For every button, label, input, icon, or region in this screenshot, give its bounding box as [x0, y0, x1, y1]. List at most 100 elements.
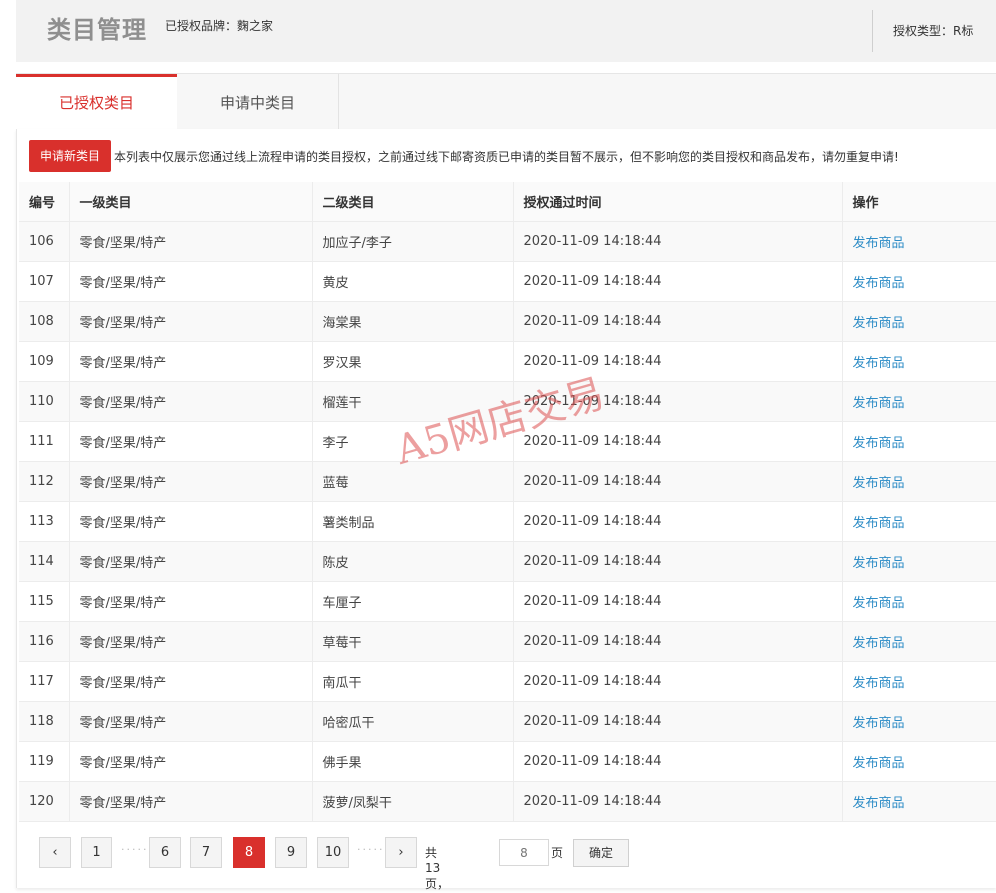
- table-row: 106 零食/坚果/特产 加应子/李子 2020-11-09 14:18:44 发布商品: [19, 221, 996, 262]
- table-row: 118 零食/坚果/特产 哈密瓜干 2020-11-09 14:18:44 发布商品: [19, 701, 996, 742]
- publish-product-link[interactable]: 发布商品: [853, 596, 905, 611]
- table-row: 119 零食/坚果/特产 佛手果 2020-11-09 14:18:44 发布商品: [19, 741, 996, 782]
- cell-level2-category: 南瓜干: [311, 661, 513, 702]
- category-panel: 申请新类目 本列表中仅展示您通过线上流程申请的类目授权，之前通过线下邮寄资质已申…: [16, 129, 996, 891]
- page-header: 类目管理 已授权品牌：麴之家 授权类型：R标: [16, 0, 996, 62]
- cell-authorized-time: 2020-11-09 14:18:44: [512, 661, 842, 702]
- tab-authorized-categories[interactable]: 已授权类目: [16, 74, 177, 131]
- cell-authorized-time: 2020-11-09 14:18:44: [512, 461, 842, 502]
- header-divider: [872, 10, 873, 52]
- action-cell: 发布商品: [841, 741, 996, 782]
- cell-authorized-time: 2020-11-09 14:18:44: [512, 221, 842, 262]
- publish-product-link[interactable]: 发布商品: [853, 716, 905, 731]
- cell-level1-category: 零食/坚果/特产: [68, 541, 312, 582]
- cell-authorized-time: 2020-11-09 14:18:44: [512, 301, 842, 342]
- publish-product-link[interactable]: 发布商品: [853, 476, 905, 491]
- cell-level1-category: 零食/坚果/特产: [68, 341, 312, 382]
- publish-product-link[interactable]: 发布商品: [853, 396, 905, 411]
- table-row: 112 零食/坚果/特产 蓝莓 2020-11-09 14:18:44 发布商品: [19, 461, 996, 502]
- publish-product-link[interactable]: 发布商品: [853, 316, 905, 331]
- cell-authorized-time: 2020-11-09 14:18:44: [512, 541, 842, 582]
- cell-level2-category: 海棠果: [311, 301, 513, 342]
- chevron-left-icon: ‹: [52, 845, 58, 860]
- cell-authorized-time: 2020-11-09 14:18:44: [512, 381, 842, 422]
- page-button-1[interactable]: 1: [81, 837, 112, 868]
- cell-id: 119: [19, 741, 69, 782]
- page-button-7[interactable]: 7: [190, 837, 222, 868]
- publish-product-link[interactable]: 发布商品: [853, 276, 905, 291]
- publish-product-link[interactable]: 发布商品: [853, 676, 905, 691]
- action-cell: 发布商品: [841, 781, 996, 822]
- column-header-id: 编号: [19, 182, 69, 222]
- cell-id: 111: [19, 421, 69, 462]
- publish-product-link[interactable]: 发布商品: [853, 796, 905, 811]
- cell-authorized-time: 2020-11-09 14:18:44: [512, 341, 842, 382]
- page-button-10[interactable]: 10: [317, 837, 349, 868]
- page: 类目管理 已授权品牌：麴之家 授权类型：R标 已授权类目 申请中类目 申请新类目…: [0, 0, 996, 893]
- table-row: 120 零食/坚果/特产 菠萝/凤梨干 2020-11-09 14:18:44 发布商品: [19, 781, 996, 822]
- page-title: 类目管理: [47, 16, 147, 44]
- pagination-ellipsis: ·····: [121, 843, 149, 856]
- page-button-8[interactable]: 8: [233, 837, 265, 868]
- table-body: 106 零食/坚果/特产 加应子/李子 2020-11-09 14:18:44 发布商品…: [19, 221, 996, 822]
- page-suffix: 页: [551, 846, 564, 860]
- cell-level1-category: 零食/坚果/特产: [68, 661, 312, 702]
- publish-product-link[interactable]: 发布商品: [853, 556, 905, 571]
- prev-page-button[interactable]: ‹: [39, 837, 71, 868]
- cell-level2-category: 黄皮: [311, 261, 513, 302]
- table-row: 117 零食/坚果/特产 南瓜干 2020-11-09 14:18:44 发布商品: [19, 661, 996, 702]
- notice-text: 本列表中仅展示您通过线上流程申请的类目授权，之前通过线下邮寄资质已申请的类目暂不…: [114, 149, 899, 164]
- column-header-action: 操作: [841, 182, 996, 222]
- tab-pending-categories[interactable]: 申请中类目: [177, 74, 339, 130]
- cell-id: 107: [19, 261, 69, 302]
- cell-authorized-time: 2020-11-09 14:18:44: [512, 261, 842, 302]
- cell-id: 117: [19, 661, 69, 702]
- action-cell: 发布商品: [841, 341, 996, 382]
- cell-level1-category: 零食/坚果/特产: [68, 301, 312, 342]
- goto-page-input[interactable]: [499, 839, 549, 866]
- publish-product-link[interactable]: 发布商品: [853, 356, 905, 371]
- publish-product-link[interactable]: 发布商品: [853, 636, 905, 651]
- action-cell: 发布商品: [841, 621, 996, 662]
- total-pages-text: 共13页，去第: [425, 846, 450, 891]
- cell-level2-category: 陈皮: [311, 541, 513, 582]
- cell-level1-category: 零食/坚果/特产: [68, 381, 312, 422]
- action-cell: 发布商品: [841, 701, 996, 742]
- cell-level2-category: 薯类制品: [311, 501, 513, 542]
- cell-level2-category: 蓝莓: [311, 461, 513, 502]
- action-cell: 发布商品: [841, 461, 996, 502]
- cell-authorized-time: 2020-11-09 14:18:44: [512, 581, 842, 622]
- cell-level2-category: 车厘子: [311, 581, 513, 622]
- page-button-6[interactable]: 6: [149, 837, 181, 868]
- action-cell: 发布商品: [841, 661, 996, 702]
- cell-id: 115: [19, 581, 69, 622]
- table-row: 109 零食/坚果/特产 罗汉果 2020-11-09 14:18:44 发布商品: [19, 341, 996, 382]
- cell-level1-category: 零食/坚果/特产: [68, 261, 312, 302]
- column-header-level1: 一级类目: [68, 182, 312, 222]
- cell-id: 112: [19, 461, 69, 502]
- cell-level2-category: 佛手果: [311, 741, 513, 782]
- action-cell: 发布商品: [841, 501, 996, 542]
- page-button-9[interactable]: 9: [275, 837, 307, 868]
- confirm-goto-button[interactable]: 确定: [573, 839, 629, 867]
- apply-new-category-button[interactable]: 申请新类目: [29, 140, 112, 172]
- cell-level2-category: 罗汉果: [311, 341, 513, 382]
- cell-authorized-time: 2020-11-09 14:18:44: [512, 421, 842, 462]
- table-row: 113 零食/坚果/特产 薯类制品 2020-11-09 14:18:44 发布商品: [19, 501, 996, 542]
- publish-product-link[interactable]: 发布商品: [853, 236, 905, 251]
- cell-id: 109: [19, 341, 69, 382]
- action-cell: 发布商品: [841, 381, 996, 422]
- cell-id: 120: [19, 781, 69, 822]
- authorization-type: 授权类型：R标: [893, 24, 974, 38]
- publish-product-link[interactable]: 发布商品: [853, 436, 905, 451]
- action-cell: 发布商品: [841, 581, 996, 622]
- table-row: 108 零食/坚果/特产 海棠果 2020-11-09 14:18:44 发布商品: [19, 301, 996, 342]
- cell-id: 106: [19, 221, 69, 262]
- cell-level1-category: 零食/坚果/特产: [68, 621, 312, 662]
- column-header-level2: 二级类目: [311, 182, 513, 222]
- pagination-ellipsis: ·····: [357, 843, 385, 856]
- cell-authorized-time: 2020-11-09 14:18:44: [512, 781, 842, 822]
- next-page-button[interactable]: ›: [385, 837, 417, 868]
- publish-product-link[interactable]: 发布商品: [853, 756, 905, 771]
- publish-product-link[interactable]: 发布商品: [853, 516, 905, 531]
